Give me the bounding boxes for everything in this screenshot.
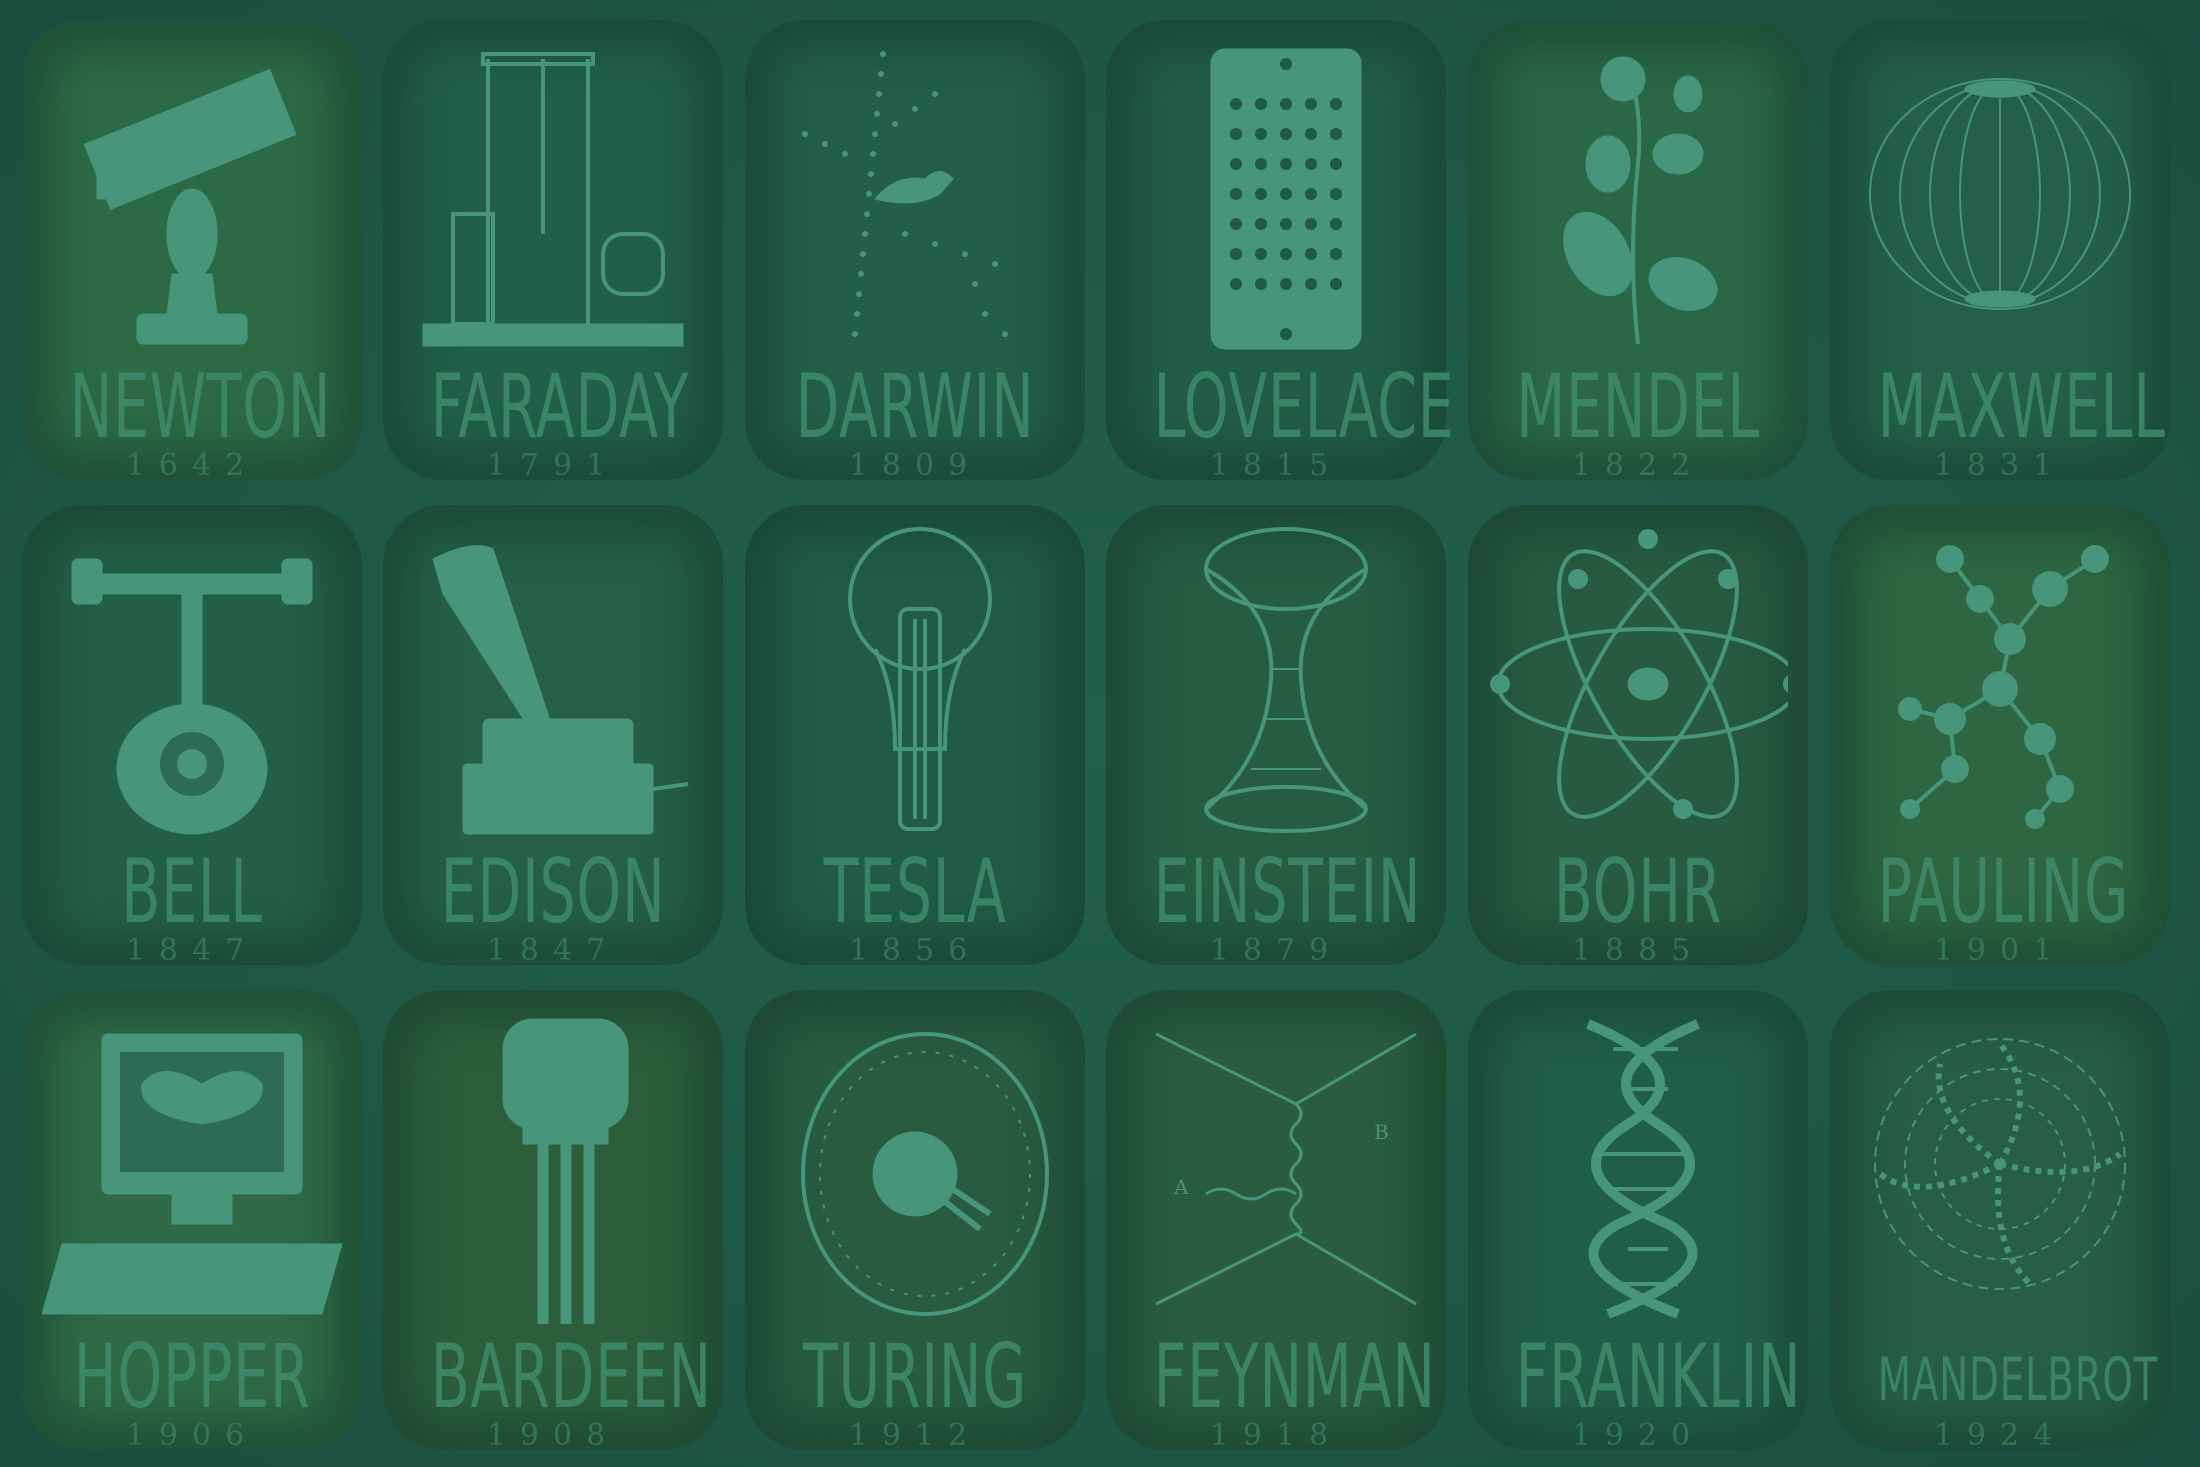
scientist-year: 1831 — [1933, 448, 2067, 483]
scientist-year: 1912 — [848, 1418, 982, 1453]
tile-einstein: EINSTEIN 1879 — [1106, 505, 1446, 968]
scientist-name: DARWIN — [795, 355, 1035, 458]
scientist-name: HOPPER — [73, 1325, 311, 1428]
scientist-year: 1822 — [1571, 448, 1705, 483]
scientist-year: 1856 — [848, 933, 982, 968]
tile-newton: NEWTON 1642 — [22, 20, 362, 483]
apparatus-icon — [403, 34, 703, 354]
scientist-name: EINSTEIN — [1153, 840, 1422, 943]
feynman-diagram-icon: A B — [1126, 1004, 1426, 1324]
scientist-year: 1809 — [848, 448, 982, 483]
tree-bird-icon — [765, 34, 1065, 354]
telescope-icon — [42, 34, 342, 354]
scientist-name: TURING — [802, 1325, 1028, 1428]
tile-bardeen: BARDEEN 1908 — [383, 990, 723, 1453]
enigma-rotor-icon — [765, 1004, 1065, 1324]
vertex-label-b: B — [1374, 1120, 1389, 1144]
scientist-year: 1815 — [1209, 448, 1343, 483]
scientist-year: 1924 — [1933, 1418, 2067, 1453]
scientists-poster: NEWTON 1642 FARADAY 1791 DARWIN 1809 LOV… — [0, 0, 2200, 1467]
tile-bohr: BOHR 1885 — [1468, 505, 1808, 968]
tile-mendel: MENDEL 1822 — [1468, 20, 1808, 483]
scientist-year: 1906 — [125, 1418, 259, 1453]
molecule-icon — [1850, 519, 2150, 839]
pea-plant-icon — [1488, 34, 1788, 354]
scientist-year: 1920 — [1571, 1418, 1705, 1453]
transistor-icon — [403, 1004, 703, 1325]
scientist-name: FRANKLIN — [1515, 1325, 1802, 1428]
phonograph-icon — [403, 519, 703, 839]
lightbulb-icon — [765, 519, 1065, 839]
tile-feynman: A B FEYNMAN 1918 — [1106, 990, 1446, 1453]
tile-mandelbrot: MANDELBROT 1924 — [1830, 990, 2170, 1453]
fractal-icon — [1850, 1004, 2150, 1324]
spacetime-icon — [1126, 519, 1426, 839]
tile-faraday: FARADAY 1791 — [383, 20, 723, 483]
computer-moth-icon — [41, 1004, 343, 1324]
scientist-year: 1847 — [486, 933, 620, 968]
scientist-year: 1901 — [1933, 933, 2067, 968]
scientist-name: MANDELBROT — [1877, 1345, 2159, 1415]
vertex-label-a: A — [1173, 1175, 1189, 1199]
punchcard-icon — [1126, 34, 1426, 354]
scientist-name: EDISON — [440, 840, 666, 943]
scientist-year: 1642 — [125, 448, 259, 483]
tile-maxwell: MAXWELL 1831 — [1830, 20, 2170, 483]
dna-icon — [1488, 1004, 1788, 1324]
scientist-year: 1908 — [486, 1418, 620, 1453]
tile-lovelace: LOVELACE 1815 — [1106, 20, 1455, 483]
scientist-year: 1791 — [486, 448, 620, 483]
scientist-name: MENDEL — [1516, 355, 1760, 458]
scientist-name: FARADAY — [430, 355, 690, 458]
tile-tesla: TESLA 1856 — [745, 505, 1085, 968]
telephone-icon — [42, 519, 342, 839]
scientist-year: 1847 — [125, 933, 259, 968]
tile-hopper: HOPPER 1906 — [22, 990, 362, 1453]
scientist-name: LOVELACE — [1153, 355, 1455, 458]
tile-edison: EDISON 1847 — [383, 505, 723, 968]
scientist-name: BOHR — [1553, 840, 1723, 943]
scientist-name: FEYNMAN — [1153, 1325, 1436, 1428]
scientist-year: 1879 — [1209, 933, 1343, 968]
scientist-name: TESLA — [823, 840, 1007, 943]
tile-darwin: DARWIN 1809 — [745, 20, 1085, 483]
scientist-name: PAULING — [1877, 840, 2130, 943]
tile-pauling: PAULING 1901 — [1830, 505, 2170, 968]
tile-bell: BELL 1847 — [22, 505, 362, 968]
scientist-name: BELL — [121, 840, 263, 943]
tile-turing: TURING 1912 — [745, 990, 1085, 1453]
tile-franklin: FRANKLIN 1920 — [1468, 990, 1808, 1453]
scientist-year: 1885 — [1571, 933, 1705, 968]
scientist-name: MAXWELL — [1877, 355, 2166, 458]
scientist-year: 1918 — [1209, 1418, 1343, 1453]
field-lines-icon — [1850, 34, 2150, 354]
scientist-name: BARDEEN — [430, 1325, 712, 1428]
scientist-name: NEWTON — [69, 355, 332, 458]
atom-icon — [1488, 519, 1803, 839]
